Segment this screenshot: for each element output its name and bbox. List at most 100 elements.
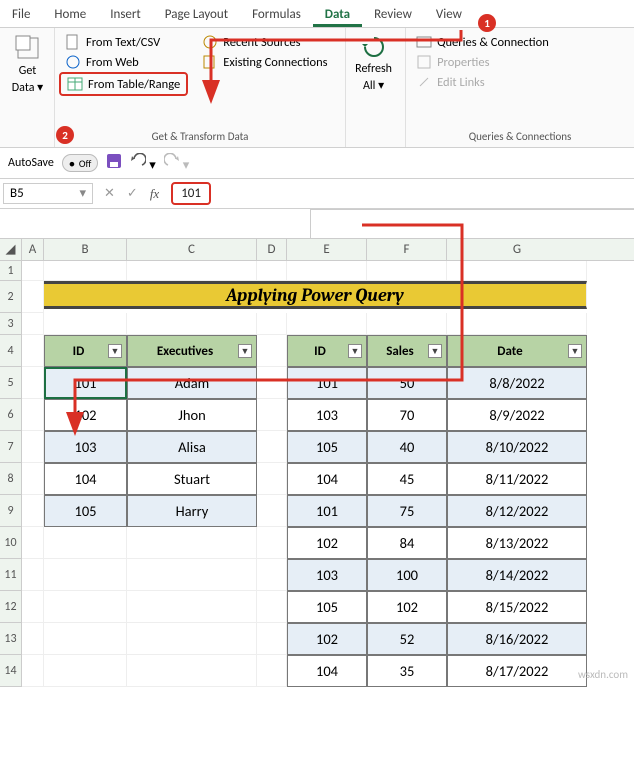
- col-D[interactable]: D: [257, 239, 287, 260]
- get-data-button[interactable]: Get Data ▾: [0, 28, 55, 101]
- filter-dropdown-icon[interactable]: ▼: [568, 344, 582, 358]
- fx-icon[interactable]: fx: [150, 186, 159, 202]
- table-cell[interactable]: 102: [367, 591, 447, 623]
- tab-pagelayout[interactable]: Page Layout: [153, 3, 240, 27]
- row-14[interactable]: 14: [0, 655, 22, 687]
- undo-button[interactable]: ▾: [130, 153, 155, 173]
- table-cell[interactable]: 84: [367, 527, 447, 559]
- edit-links-button[interactable]: Edit Links: [410, 72, 630, 92]
- properties-button[interactable]: Properties: [410, 52, 630, 72]
- col-F[interactable]: F: [367, 239, 447, 260]
- worksheet-grid[interactable]: ◢ A B C D E F G 1 2 Applying Power Query…: [0, 239, 634, 687]
- table-cell[interactable]: 105: [287, 591, 367, 623]
- recent-sources-button[interactable]: Recent Sources: [196, 32, 333, 52]
- tab-data[interactable]: Data: [313, 3, 362, 27]
- row-4[interactable]: 4: [0, 335, 22, 367]
- row-11[interactable]: 11: [0, 559, 22, 591]
- save-button[interactable]: [106, 153, 122, 173]
- from-text-csv-button[interactable]: From Text/CSV: [59, 32, 188, 52]
- queries-connections-button[interactable]: Queries & Connection: [410, 32, 630, 52]
- filter-dropdown-icon[interactable]: ▼: [348, 344, 362, 358]
- row-12[interactable]: 12: [0, 591, 22, 623]
- enter-formula-icon[interactable]: ✓: [127, 186, 138, 201]
- table-cell[interactable]: 75: [367, 495, 447, 527]
- name-box[interactable]: B5 ▾: [3, 183, 93, 204]
- table-cell[interactable]: 8/10/2022: [447, 431, 587, 463]
- table-cell[interactable]: 8/17/2022: [447, 655, 587, 687]
- tab-formulas[interactable]: Formulas: [240, 3, 313, 27]
- table-cell[interactable]: Adam: [127, 367, 257, 399]
- table-cell[interactable]: 8/14/2022: [447, 559, 587, 591]
- tab-file[interactable]: File: [0, 3, 42, 27]
- table-cell[interactable]: 102: [44, 399, 127, 431]
- row-7[interactable]: 7: [0, 431, 22, 463]
- table-cell[interactable]: 8/16/2022: [447, 623, 587, 655]
- row-8[interactable]: 8: [0, 463, 22, 495]
- table-cell[interactable]: 8/12/2022: [447, 495, 587, 527]
- tab-view[interactable]: View: [424, 3, 474, 27]
- redo-button[interactable]: ▾: [164, 153, 189, 173]
- formula-bar-value[interactable]: 101: [171, 182, 211, 205]
- table-cell[interactable]: 102: [287, 623, 367, 655]
- filter-dropdown-icon[interactable]: ▼: [108, 344, 122, 358]
- cancel-formula-icon[interactable]: ✕: [104, 186, 115, 201]
- table-cell[interactable]: 104: [287, 655, 367, 687]
- tab-review[interactable]: Review: [362, 3, 424, 27]
- table-cell[interactable]: 8/13/2022: [447, 527, 587, 559]
- table-cell[interactable]: Harry: [127, 495, 257, 527]
- table-cell[interactable]: Jhon: [127, 399, 257, 431]
- table-cell[interactable]: 100: [367, 559, 447, 591]
- table-cell[interactable]: 45: [367, 463, 447, 495]
- row-13[interactable]: 13: [0, 623, 22, 655]
- table1-header-exec[interactable]: Executives▼: [127, 335, 257, 367]
- row-3[interactable]: 3: [0, 313, 22, 335]
- row-2[interactable]: 2: [0, 281, 22, 313]
- col-C[interactable]: C: [127, 239, 257, 260]
- table-cell[interactable]: 103: [44, 431, 127, 463]
- table-cell[interactable]: 104: [44, 463, 127, 495]
- table-cell[interactable]: 103: [287, 399, 367, 431]
- from-web-button[interactable]: From Web: [59, 52, 188, 72]
- table-cell[interactable]: 50: [367, 367, 447, 399]
- col-E[interactable]: E: [287, 239, 367, 260]
- table-cell[interactable]: 101: [287, 367, 367, 399]
- table1-header-id[interactable]: ID▼: [44, 335, 127, 367]
- tab-insert[interactable]: Insert: [98, 3, 153, 27]
- cell-B5-selected[interactable]: 101: [44, 367, 127, 399]
- col-A[interactable]: A: [22, 239, 44, 260]
- row-6[interactable]: 6: [0, 399, 22, 431]
- autosave-toggle[interactable]: ● Off: [62, 154, 99, 172]
- table-cell[interactable]: 104: [287, 463, 367, 495]
- row-9[interactable]: 9: [0, 495, 22, 527]
- tab-home[interactable]: Home: [42, 3, 98, 27]
- col-G[interactable]: G: [447, 239, 587, 260]
- col-B[interactable]: B: [44, 239, 127, 260]
- table-cell[interactable]: 52: [367, 623, 447, 655]
- table-cell[interactable]: 70: [367, 399, 447, 431]
- table-cell[interactable]: 103: [287, 559, 367, 591]
- table2-header-id[interactable]: ID▼: [287, 335, 367, 367]
- table-cell[interactable]: 102: [287, 527, 367, 559]
- table-cell[interactable]: 35: [367, 655, 447, 687]
- row-5[interactable]: 5: [0, 367, 22, 399]
- refresh-all-button[interactable]: Refresh All ▾: [346, 28, 401, 99]
- filter-dropdown-icon[interactable]: ▼: [428, 344, 442, 358]
- table-cell[interactable]: 40: [367, 431, 447, 463]
- table2-header-sales[interactable]: Sales▼: [367, 335, 447, 367]
- table-cell[interactable]: 101: [287, 495, 367, 527]
- table-cell[interactable]: 8/15/2022: [447, 591, 587, 623]
- existing-connections-button[interactable]: Existing Connections: [196, 52, 333, 72]
- select-all-corner[interactable]: ◢: [0, 239, 22, 260]
- from-table-range-button[interactable]: From Table/Range: [59, 72, 188, 96]
- table-cell[interactable]: 105: [44, 495, 127, 527]
- row-10[interactable]: 10: [0, 527, 22, 559]
- table2-header-date[interactable]: Date▼: [447, 335, 587, 367]
- filter-dropdown-icon[interactable]: ▼: [238, 344, 252, 358]
- table-cell[interactable]: 8/8/2022: [447, 367, 587, 399]
- table-cell[interactable]: 105: [287, 431, 367, 463]
- table-cell[interactable]: Alisa: [127, 431, 257, 463]
- table-cell[interactable]: Stuart: [127, 463, 257, 495]
- table-cell[interactable]: 8/9/2022: [447, 399, 587, 431]
- table-cell[interactable]: 8/11/2022: [447, 463, 587, 495]
- row-1[interactable]: 1: [0, 261, 22, 281]
